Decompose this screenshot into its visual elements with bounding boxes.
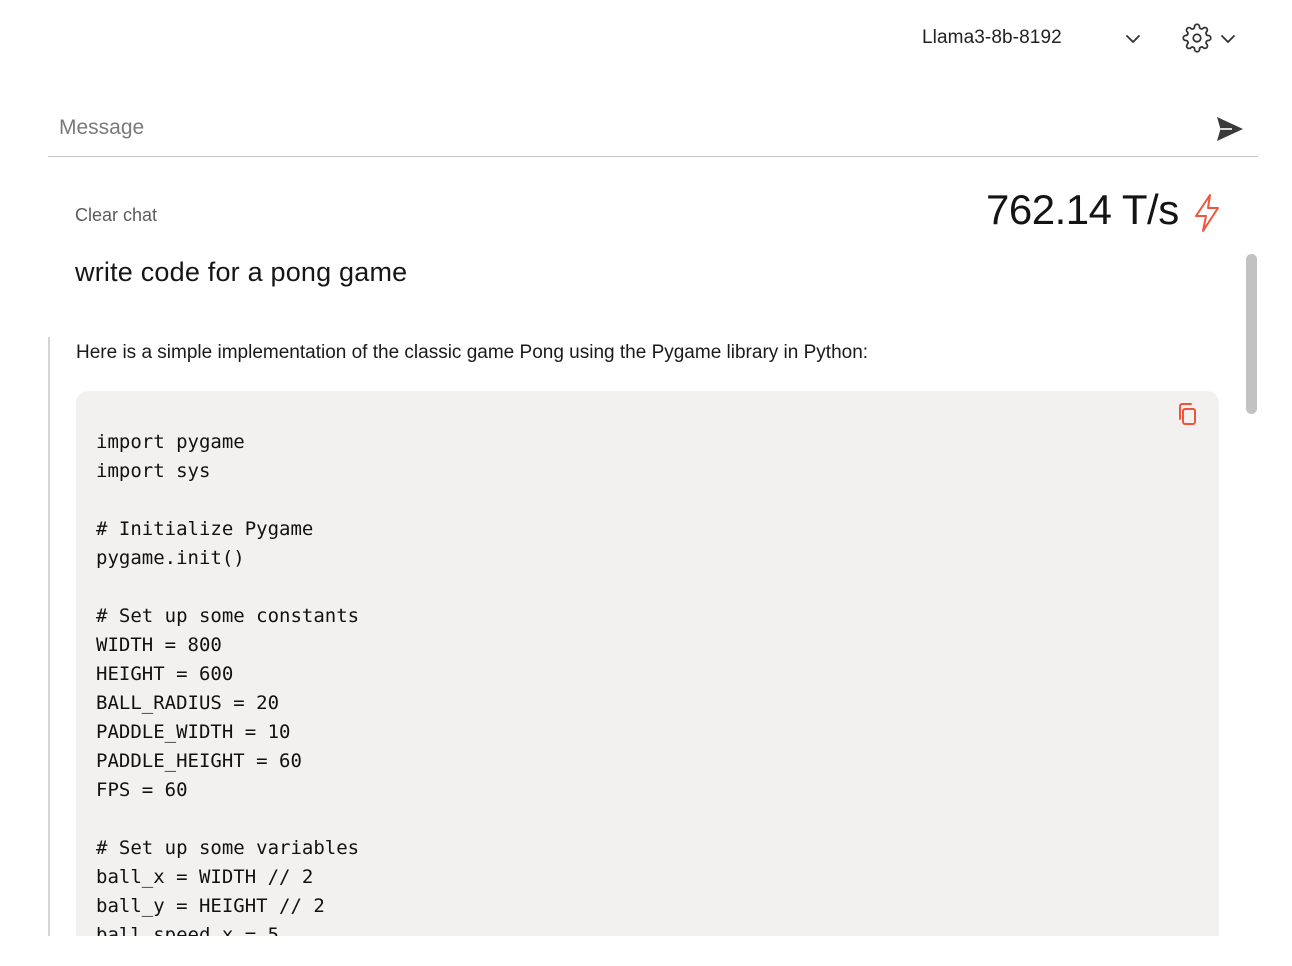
assistant-message-text: Here is a simple implementation of the c… <box>76 342 869 363</box>
code-line: # Set up some variables <box>96 837 360 859</box>
code-line: HEIGHT = 600 <box>96 663 234 685</box>
code-line: import pygame <box>96 431 245 453</box>
assistant-response-rail <box>48 337 50 936</box>
chat-viewport: Clear chat 762.14 T/s write code for a p… <box>0 0 1292 936</box>
user-message: write code for a pong game <box>75 257 408 287</box>
lightning-bolt-icon <box>1195 194 1219 232</box>
code-content: import pygame import sys # Initialize Pyga… <box>96 428 359 936</box>
chat-page: Llama3-8b-8192 Clear chat 762.14 T/s <box>0 0 1292 966</box>
code-line: ball_y = HEIGHT // 2 <box>96 895 325 917</box>
code-line: ball_speed_x = 5 <box>96 924 280 936</box>
code-line: ball_x = WIDTH // 2 <box>96 866 314 888</box>
code-line: # Set up some constants <box>96 605 360 627</box>
tokens-per-second: 762.14 T/s <box>986 186 1179 233</box>
code-block: import pygame import sys # Initialize Pyga… <box>76 391 1219 936</box>
clear-chat-button[interactable]: Clear chat <box>75 205 157 226</box>
code-line: FPS = 60 <box>96 779 188 801</box>
code-line: # Initialize Pygame <box>96 518 314 540</box>
copy-icon[interactable] <box>1174 400 1202 428</box>
code-line: pygame.init() <box>96 547 245 569</box>
code-line: BALL_RADIUS = 20 <box>96 692 280 714</box>
code-line: PADDLE_HEIGHT = 60 <box>96 750 302 772</box>
scrollbar-thumb[interactable] <box>1246 254 1257 414</box>
code-line: PADDLE_WIDTH = 10 <box>96 721 291 743</box>
code-line: import sys <box>96 460 211 482</box>
code-line: WIDTH = 800 <box>96 634 222 656</box>
